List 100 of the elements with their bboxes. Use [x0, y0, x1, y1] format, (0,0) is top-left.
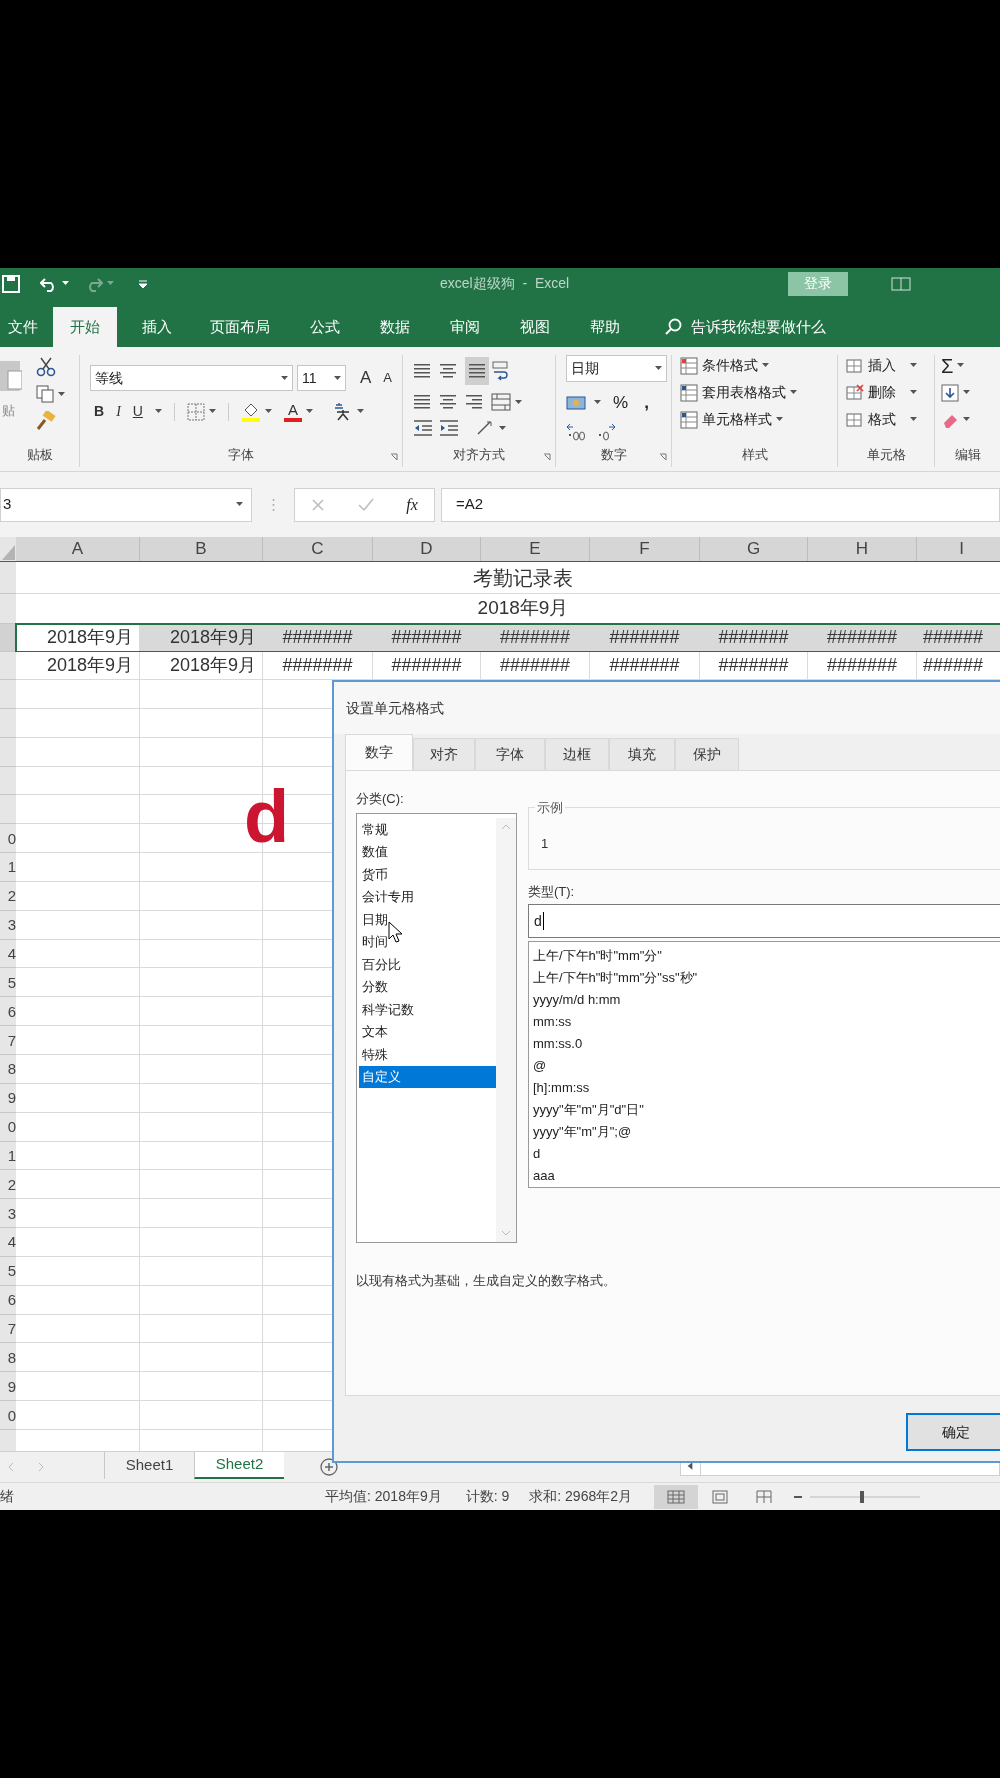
caret-icon[interactable]: [62, 281, 69, 286]
ribbon-tab[interactable]: 插入: [129, 307, 185, 347]
category-item[interactable]: 数值: [359, 840, 496, 863]
row-header[interactable]: [0, 624, 16, 652]
cells-menu-button[interactable]: 插入: [846, 355, 934, 376]
caret-icon[interactable]: [790, 390, 797, 395]
row-header[interactable]: 2: [0, 881, 16, 911]
customize-icon[interactable]: [138, 278, 148, 289]
caret-icon[interactable]: [594, 400, 601, 406]
column-header[interactable]: I: [917, 537, 1000, 561]
merge-center-icon[interactable]: [491, 393, 511, 411]
category-item[interactable]: 文本: [359, 1020, 496, 1043]
bold-button[interactable]: B: [94, 401, 105, 422]
dialog-tab[interactable]: 填充: [609, 738, 675, 770]
dialog-tab[interactable]: 保护: [675, 738, 739, 770]
dialog-tab[interactable]: 字体: [475, 738, 545, 770]
format-item[interactable]: yyyy"年"m"月";@: [533, 1121, 1000, 1143]
format-item[interactable]: mm:ss.0: [533, 1033, 1000, 1055]
row-header[interactable]: 2: [0, 1170, 16, 1200]
row-header[interactable]: 1: [0, 1141, 16, 1171]
ribbon-tab[interactable]: 文件: [0, 307, 45, 347]
autosum-button[interactable]: Σ: [941, 355, 954, 376]
align-left-icon[interactable]: [413, 393, 431, 411]
bottom-align-icon[interactable]: [468, 362, 486, 380]
type-field[interactable]: d: [528, 904, 1000, 938]
style-menu-button[interactable]: 条件格式: [680, 355, 837, 376]
align-right-icon[interactable]: [465, 393, 483, 411]
percent-button[interactable]: %: [613, 390, 629, 416]
formula-field[interactable]: =A2: [441, 487, 1000, 522]
increase-indent-icon[interactable]: [439, 419, 459, 437]
ribbon-tab[interactable]: 开始: [53, 307, 117, 347]
caret-icon[interactable]: [515, 399, 522, 405]
grow-font-button[interactable]: A: [360, 365, 372, 391]
column-header[interactable]: H: [808, 537, 917, 561]
caret-icon[interactable]: [910, 417, 917, 422]
increase-decimal-icon[interactable]: [566, 423, 586, 442]
row-header[interactable]: 3: [0, 1199, 16, 1229]
ribbon-tab[interactable]: 页面布局: [197, 307, 283, 347]
top-align-icon[interactable]: [413, 362, 431, 380]
format-list[interactable]: 上午/下午h"时"mm"分" 上午/下午h"时"mm"分"ss"秒" yyyy/m/d h:mm mm:ss mm:ss.0 @ [h]:mm:ss yyyy"年"m"月"d"日" yyyy"年"m"月";@ d aaa: [528, 941, 1000, 1188]
align-center-icon[interactable]: [439, 393, 457, 411]
row-header[interactable]: 8: [0, 1343, 16, 1373]
column-header[interactable]: A: [16, 537, 140, 561]
dialog-tab[interactable]: 边框: [545, 738, 609, 770]
dialog-launcher-icon[interactable]: [543, 453, 551, 461]
dialog-launcher-icon[interactable]: [390, 453, 398, 461]
pointer-icon[interactable]: [388, 921, 402, 943]
copy-icon[interactable]: [36, 385, 54, 403]
insert-function-button[interactable]: fx: [406, 492, 418, 517]
category-item[interactable]: 百分比: [359, 953, 496, 976]
category-item[interactable]: 货币: [359, 863, 496, 886]
decrease-indent-icon[interactable]: [413, 419, 433, 437]
row-header[interactable]: 8: [0, 1054, 16, 1084]
format-item[interactable]: d: [533, 1143, 1000, 1165]
fill-down-icon[interactable]: [941, 383, 959, 402]
caret-icon[interactable]: [655, 366, 662, 371]
caret-icon[interactable]: [910, 390, 917, 395]
row-header[interactable]: 9: [0, 1372, 16, 1402]
format-item[interactable]: yyyy/m/d h:mm: [533, 989, 1000, 1011]
row-header[interactable]: 5: [0, 968, 16, 998]
number-format-field[interactable]: 日期: [566, 355, 667, 382]
format-item[interactable]: @: [533, 1055, 1000, 1077]
format-item[interactable]: 上午/下午h"时"mm"分": [533, 945, 1000, 967]
middle-align-icon[interactable]: [439, 362, 457, 380]
name-box[interactable]: 3: [0, 487, 252, 522]
row-header[interactable]: 7: [0, 1314, 16, 1344]
font-size-field[interactable]: 11: [297, 365, 346, 391]
row-header[interactable]: 9: [0, 1083, 16, 1113]
wrap-text-icon[interactable]: [491, 360, 511, 382]
underline-button[interactable]: U: [132, 401, 143, 422]
row-header[interactable]: 0: [0, 1401, 16, 1430]
category-item[interactable]: 常规: [359, 818, 496, 841]
column-header[interactable]: B: [140, 537, 263, 561]
font-color-button[interactable]: A: [283, 401, 302, 422]
format-item[interactable]: yyyy"年"m"月"d"日": [533, 1099, 1000, 1121]
italic-button[interactable]: I: [116, 401, 121, 422]
accounting-icon[interactable]: [566, 393, 588, 412]
column-header[interactable]: E: [481, 537, 590, 561]
caret-icon[interactable]: [334, 375, 341, 381]
ribbon-tab[interactable]: 审阅: [435, 307, 495, 347]
row-header[interactable]: 6: [0, 997, 16, 1027]
row-header[interactable]: 6: [0, 1285, 16, 1315]
format-item[interactable]: [h]:mm:ss: [533, 1077, 1000, 1099]
ribbon-tab[interactable]: 帮助: [575, 307, 635, 347]
ok-button[interactable]: 确定: [906, 1413, 1000, 1451]
caret-icon[interactable]: [305, 409, 313, 414]
row-header[interactable]: 0: [0, 1112, 16, 1142]
category-item[interactable]: 科学记数: [359, 998, 496, 1021]
caret-icon[interactable]: [264, 409, 272, 414]
cells-menu-button[interactable]: 格式: [846, 409, 934, 430]
format-item[interactable]: mm:ss: [533, 1011, 1000, 1033]
decrease-decimal-icon[interactable]: [596, 423, 616, 442]
caret-icon[interactable]: [154, 409, 162, 414]
cells-menu-button[interactable]: 删除: [846, 382, 934, 403]
row-header[interactable]: 1: [0, 853, 16, 882]
zoom-slider-drawing[interactable]: [794, 1489, 920, 1504]
comma-button[interactable]: ,: [644, 390, 649, 416]
fill-color-icon[interactable]: [240, 401, 261, 422]
row-header[interactable]: 0: [0, 824, 16, 854]
caret-icon[interactable]: [236, 502, 243, 507]
